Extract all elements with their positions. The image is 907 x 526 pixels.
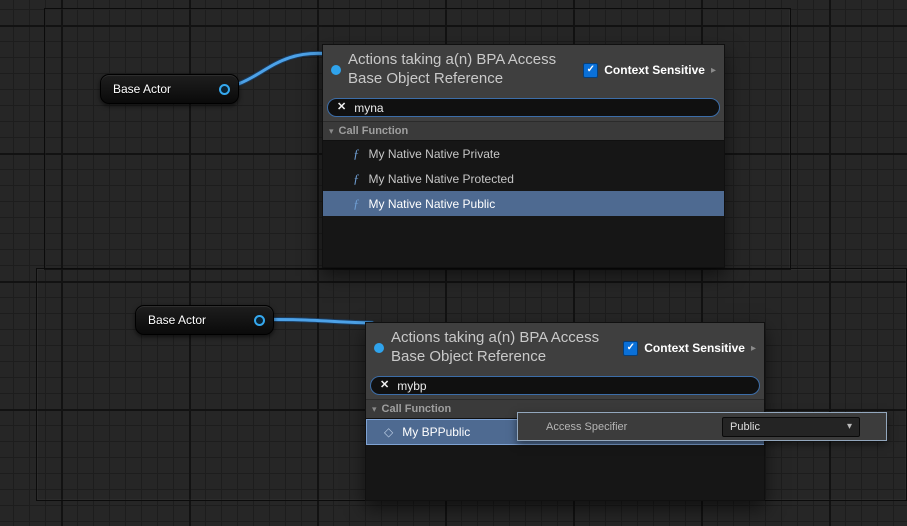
context-sensitive-checkbox[interactable]: ✓ (583, 63, 598, 78)
item-label: My Native Native Public (369, 197, 496, 211)
access-specifier-label: Access Specifier (546, 421, 627, 433)
menu-header: Actions taking a(n) BPA Access Base Obje… (366, 323, 764, 373)
clear-search-icon[interactable]: ✕ (337, 102, 346, 113)
object-pin-icon (331, 65, 341, 75)
object-pin-icon (374, 343, 384, 353)
object-output-pin-icon[interactable] (254, 315, 265, 326)
search-input[interactable]: ✕ myna (327, 98, 720, 117)
search-input[interactable]: ✕ mybp (370, 376, 760, 395)
node-label: Base Actor (113, 82, 210, 96)
context-sensitive-toggle[interactable]: ✓ Context Sensitive ▸ (583, 63, 716, 78)
list-item-my-native-native-protected[interactable]: ƒ My Native Native Protected (323, 166, 724, 191)
blueprint-function-icon: ◇ (384, 426, 393, 438)
dropdown-value: Public (730, 421, 760, 433)
base-actor-node-bottom[interactable]: Base Actor (135, 305, 274, 335)
base-actor-node-top[interactable]: Base Actor (100, 74, 239, 104)
node-label: Base Actor (148, 313, 245, 327)
category-call-function[interactable]: ▾ Call Function (323, 121, 724, 141)
function-list: ƒ My Native Native Private ƒ My Native N… (323, 141, 724, 267)
search-value: mybp (397, 379, 426, 393)
context-sensitive-checkbox[interactable]: ✓ (623, 341, 638, 356)
clear-search-icon[interactable]: ✕ (380, 380, 389, 391)
context-sensitive-label: Context Sensitive (644, 341, 745, 355)
search-row: ✕ mybp (366, 373, 764, 399)
function-icon: ƒ (353, 197, 360, 210)
function-icon: ƒ (353, 147, 360, 160)
access-specifier-dropdown[interactable]: Public ▾ (722, 417, 860, 437)
menu-title: Actions taking a(n) BPA Access Base Obje… (391, 329, 616, 367)
function-icon: ƒ (353, 172, 360, 185)
item-label: My Native Native Private (369, 147, 500, 161)
access-specifier-tooltip: Access Specifier Public ▾ (517, 412, 887, 441)
menu-title: Actions taking a(n) BPA Access Base Obje… (348, 51, 576, 89)
collapse-triangle-icon[interactable]: ▾ (329, 127, 334, 136)
item-label: My Native Native Protected (369, 172, 514, 186)
object-output-pin-icon[interactable] (219, 84, 230, 95)
search-value: myna (354, 101, 383, 115)
list-item-my-native-native-private[interactable]: ƒ My Native Native Private (323, 141, 724, 166)
category-label: Call Function (339, 125, 409, 137)
chevron-right-icon[interactable]: ▸ (711, 65, 716, 76)
check-icon: ✓ (587, 65, 595, 75)
category-label: Call Function (382, 403, 452, 415)
context-sensitive-toggle[interactable]: ✓ Context Sensitive ▸ (623, 341, 756, 356)
check-icon: ✓ (627, 343, 635, 353)
collapse-triangle-icon[interactable]: ▾ (372, 405, 377, 414)
context-sensitive-label: Context Sensitive (604, 63, 705, 77)
context-menu-top: Actions taking a(n) BPA Access Base Obje… (322, 44, 725, 268)
menu-header: Actions taking a(n) BPA Access Base Obje… (323, 45, 724, 95)
chevron-down-icon: ▾ (847, 422, 852, 432)
list-item-my-native-native-public[interactable]: ƒ My Native Native Public (323, 191, 724, 216)
chevron-right-icon[interactable]: ▸ (751, 343, 756, 354)
item-label: My BPPublic (402, 425, 470, 439)
search-row: ✕ myna (323, 95, 724, 121)
